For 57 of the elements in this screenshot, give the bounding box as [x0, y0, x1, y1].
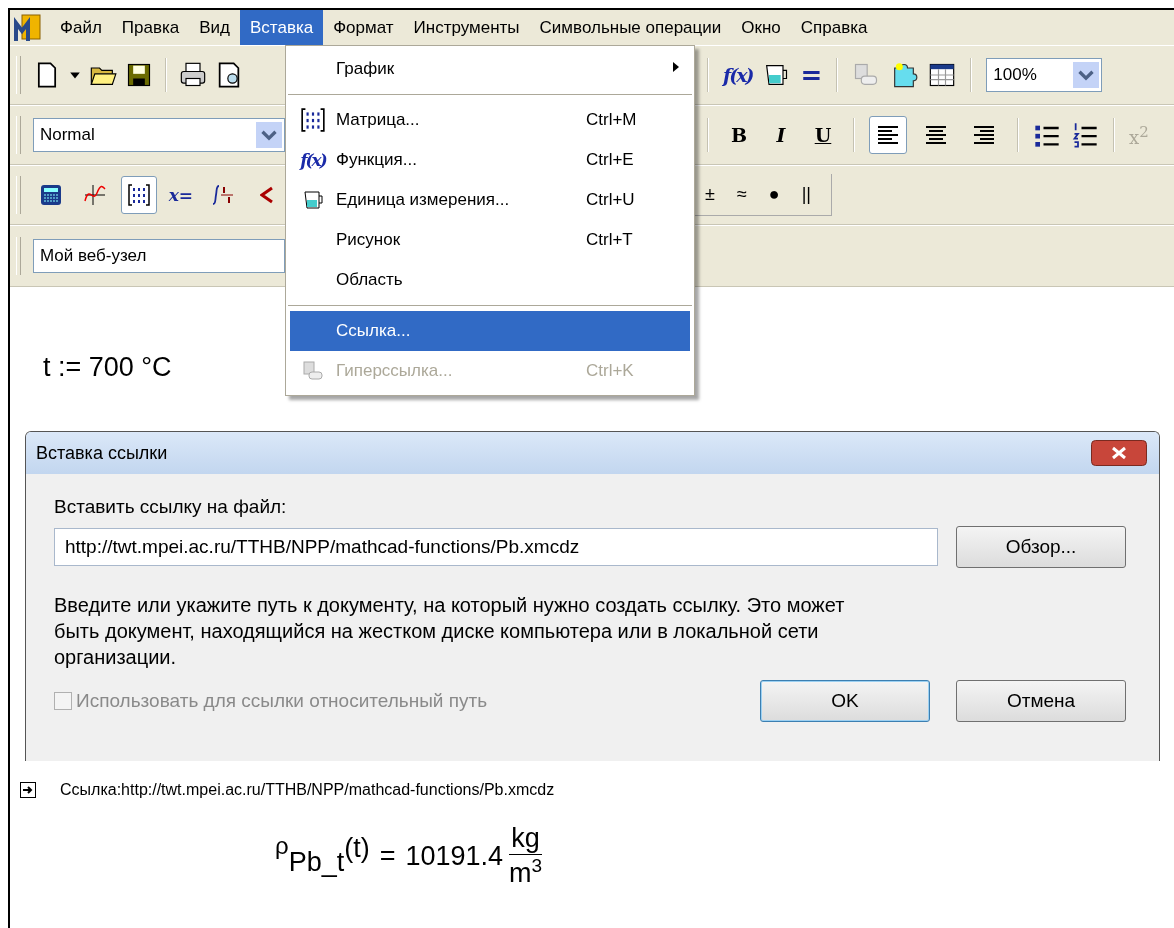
text-style-button[interactable]: I	[765, 124, 797, 146]
reference-text[interactable]: Ссылка:http://twt.mpei.ac.ru/TTHB/NPP/mathcad-functions/Pb.xmcdz	[60, 781, 555, 799]
menu-entry[interactable]: График	[290, 49, 690, 89]
matrix-palette-button[interactable]	[120, 176, 157, 214]
field-label: Вставить ссылку на файл:	[54, 496, 288, 518]
submenu-arrow-icon	[672, 61, 680, 73]
align-right-icon	[971, 123, 997, 147]
matrix-icon	[298, 107, 328, 133]
printer-icon[interactable]	[179, 61, 207, 89]
browse-button[interactable]: Обзор...	[956, 526, 1126, 568]
zoom-combo[interactable]: 100%	[986, 58, 1103, 92]
menu-entry[interactable]: Рисунок Ctrl+T	[290, 220, 690, 260]
align-button[interactable]	[869, 116, 907, 154]
evaluation-button[interactable]: x=	[164, 176, 197, 214]
dialog-button[interactable]: Отмена	[956, 680, 1126, 722]
menu-entry[interactable]: Ссылка...	[290, 311, 690, 351]
evaluate-button[interactable]: =	[800, 60, 823, 90]
text-style-button[interactable]: B	[723, 124, 755, 146]
menu-entry[interactable]: Область	[290, 260, 690, 300]
table-icon[interactable]	[928, 61, 957, 89]
dialog-button[interactable]: OK	[760, 680, 930, 722]
description-text: Введите или укажите путь к документу, на который нужно создать ссылку. Это может быть документ, находящийся на жестком диске компьютера или в локальной сети организации.	[54, 593, 846, 670]
menu-entry[interactable]: Единица измерения... Ctrl+U	[290, 180, 690, 220]
menu-entry[interactable]: f(x) Функция... Ctrl+E	[290, 140, 690, 180]
style-combo[interactable]: Normal	[32, 118, 285, 152]
menu-item[interactable]: Инструменты	[403, 10, 530, 45]
numbered-list-icon[interactable]	[1071, 121, 1099, 149]
symbol-button[interactable]: ±	[705, 184, 715, 205]
menu-item[interactable]: Правка	[111, 10, 190, 45]
assignment-expression: t := 700 °C	[43, 351, 172, 384]
align-left-icon	[875, 123, 901, 147]
menu-item[interactable]: Символьные операции	[529, 10, 732, 45]
menu-item[interactable]: Файл	[50, 10, 112, 45]
menu-item[interactable]: Вставка	[240, 10, 324, 45]
dialog-title: Вставка ссылки	[36, 442, 168, 464]
text-style-button[interactable]: U	[807, 124, 839, 146]
symbol-button[interactable]: ●	[768, 184, 780, 205]
integral-icon	[210, 183, 236, 207]
symbol-button[interactable]: ≈	[736, 184, 747, 205]
menu-item[interactable]: Справка	[790, 10, 878, 45]
app-logo-icon	[14, 12, 44, 43]
menu-item[interactable]: Окно	[731, 10, 791, 45]
save-icon[interactable]	[125, 61, 153, 89]
align-center-icon	[923, 123, 949, 147]
function-glyph: f(x)	[300, 150, 326, 170]
insert-function-button[interactable]: f(x)	[723, 64, 753, 86]
symbol-button[interactable]: ||	[801, 184, 811, 205]
resources-combo[interactable]: Мой веб-узел	[32, 239, 285, 273]
menu-item[interactable]: Вид	[189, 10, 240, 45]
menu-item[interactable]: Формат	[323, 10, 404, 45]
less-than-icon	[259, 186, 274, 204]
matrix-icon	[125, 183, 152, 207]
close-icon[interactable]	[1091, 440, 1147, 466]
path-field[interactable]: http://twt.mpei.ac.ru/TTHB/NPP/mathcad-functions/Pb.xmcdz	[54, 528, 938, 566]
hyperlink-icon	[300, 359, 326, 383]
graph-icon	[81, 183, 108, 207]
menu-entry[interactable]: Матрица... Ctrl+M	[290, 100, 690, 140]
